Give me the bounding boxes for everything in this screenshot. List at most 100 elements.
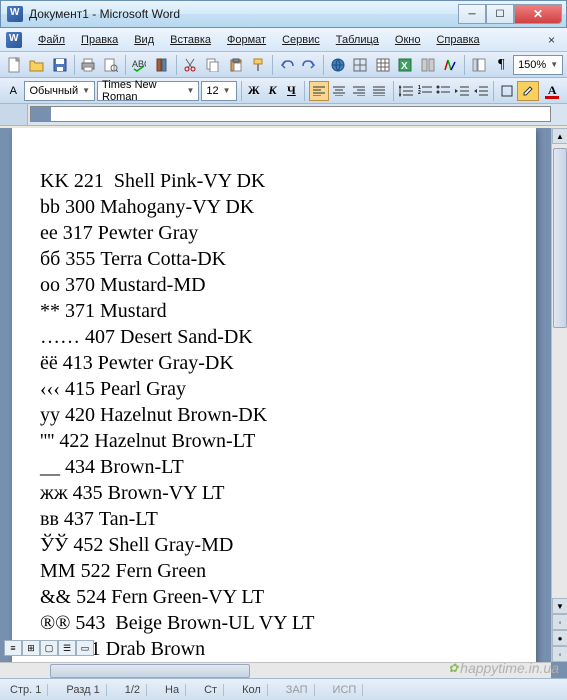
menu-window[interactable]: Окно <box>387 31 429 49</box>
browse-prev-button[interactable]: ◦ <box>552 614 567 630</box>
menu-tools[interactable]: Сервис <box>274 31 328 49</box>
format-painter-icon[interactable] <box>247 54 269 76</box>
separator <box>304 81 305 101</box>
svg-text:ABC: ABC <box>132 59 146 69</box>
document-line[interactable]: ee 317 Pewter Gray <box>40 220 508 246</box>
close-button[interactable]: ✕ <box>514 4 562 24</box>
menu-view[interactable]: Вид <box>126 31 162 49</box>
cut-icon[interactable] <box>180 54 202 76</box>
bold-button[interactable]: Ж <box>245 81 262 101</box>
italic-button[interactable]: К <box>264 81 281 101</box>
reading-view-button[interactable]: ▭ <box>76 640 94 656</box>
insert-table-icon[interactable] <box>372 54 394 76</box>
menu-bar: Файл Правка Вид Вставка Формат Сервис Та… <box>0 28 567 52</box>
document-map-icon[interactable] <box>468 54 490 76</box>
document-line[interactable]: ЎЎ 452 Shell Gray-MD <box>40 532 508 558</box>
separator <box>464 55 465 75</box>
document-line[interactable]: '''' 422 Hazelnut Brown-LT <box>40 428 508 454</box>
increase-indent-button[interactable] <box>473 81 490 101</box>
word-icon[interactable] <box>6 32 22 48</box>
numbered-list-button[interactable]: 12 <box>416 81 433 101</box>
copy-icon[interactable] <box>202 54 224 76</box>
align-center-button[interactable] <box>329 81 349 101</box>
font-value: Times New Roman <box>102 79 182 103</box>
redo-icon[interactable] <box>298 54 320 76</box>
document-close-button[interactable]: × <box>542 33 561 47</box>
menu-file[interactable]: Файл <box>30 31 73 49</box>
highlight-button[interactable] <box>517 81 539 101</box>
menu-help[interactable]: Справка <box>428 31 487 49</box>
research-icon[interactable] <box>151 54 173 76</box>
status-bar: Стр. 1 Разд 1 1/2 На Ст Кол ЗАП ИСП <box>0 678 567 700</box>
font-color-button[interactable]: A <box>541 81 563 101</box>
align-right-button[interactable] <box>349 81 369 101</box>
new-document-icon[interactable] <box>4 54 26 76</box>
hyperlink-icon[interactable] <box>327 54 349 76</box>
outline-view-button[interactable]: ☰ <box>58 640 76 656</box>
document-line[interactable]: __ 434 Brown-LT <box>40 454 508 480</box>
document-line[interactable]: oo 370 Mustard-MD <box>40 272 508 298</box>
line-spacing-button[interactable] <box>397 81 414 101</box>
zoom-dropdown[interactable]: 150% ▼ <box>513 55 563 75</box>
font-size-dropdown[interactable]: 12 ▼ <box>201 81 236 101</box>
drawing-icon[interactable] <box>439 54 461 76</box>
menu-insert[interactable]: Вставка <box>162 31 219 49</box>
print-preview-icon[interactable] <box>100 54 122 76</box>
separator <box>393 81 394 101</box>
open-icon[interactable] <box>27 54 49 76</box>
minimize-button[interactable]: ─ <box>458 4 486 24</box>
underline-button[interactable]: Ч <box>283 81 300 101</box>
document-line[interactable]: ёё 413 Pewter Gray-DK <box>40 350 508 376</box>
style-dropdown[interactable]: Обычный ▼ <box>24 81 95 101</box>
document-line[interactable]: KK 221 Shell Pink-VY DK <box>40 168 508 194</box>
align-justify-button[interactable] <box>369 81 389 101</box>
document-line[interactable]: bb 300 Mahogany-VY DK <box>40 194 508 220</box>
menu-format[interactable]: Формат <box>219 31 274 49</box>
document-line[interactable]: жж 435 Brown-VY LT <box>40 480 508 506</box>
decrease-indent-button[interactable] <box>454 81 471 101</box>
document-line[interactable]: && 524 Fern Green-VY LT <box>40 584 508 610</box>
excel-icon[interactable]: X <box>394 54 416 76</box>
maximize-button[interactable]: ☐ <box>486 4 514 24</box>
vertical-scrollbar[interactable]: ▲ ▼ ◦ ● ◦ <box>551 128 567 662</box>
web-view-button[interactable]: ⊞ <box>22 640 40 656</box>
menu-table[interactable]: Таблица <box>328 31 387 49</box>
ruler-corner <box>0 104 28 125</box>
style-value: Обычный <box>29 85 78 97</box>
document-line[interactable]: ** 371 Mustard <box>40 298 508 324</box>
scroll-thumb[interactable] <box>553 148 567 328</box>
align-left-button[interactable] <box>309 81 329 101</box>
clover-icon: ✿ <box>448 661 458 675</box>
borders-button[interactable] <box>498 81 515 101</box>
document-scroll[interactable]: KK 221 Shell Pink-VY DKbb 300 Mahogany-V… <box>0 128 551 662</box>
scroll-down-button[interactable]: ▼ <box>552 598 567 614</box>
document-line[interactable]: вв 437 Tan-LT <box>40 506 508 532</box>
paste-icon[interactable] <box>225 54 247 76</box>
normal-view-button[interactable]: ≡ <box>4 640 22 656</box>
scroll-up-button[interactable]: ▲ <box>552 128 567 144</box>
print-icon[interactable] <box>78 54 100 76</box>
bullet-list-button[interactable] <box>435 81 452 101</box>
align-group <box>309 81 389 101</box>
menu-edit[interactable]: Правка <box>73 31 126 49</box>
show-formatting-icon[interactable]: ¶ <box>491 54 513 76</box>
horizontal-ruler[interactable] <box>30 106 551 122</box>
document-line[interactable]: yy 420 Hazelnut Brown-DK <box>40 402 508 428</box>
hscroll-thumb[interactable] <box>50 664 250 678</box>
save-icon[interactable] <box>49 54 71 76</box>
document-line[interactable]: ЭЭ 611 Drab Brown <box>40 636 508 662</box>
font-dropdown[interactable]: Times New Roman ▼ <box>97 81 199 101</box>
document-line[interactable]: ‹‹‹ 415 Pearl Gray <box>40 376 508 402</box>
styles-icon[interactable]: A <box>4 80 22 102</box>
document-page[interactable]: KK 221 Shell Pink-VY DKbb 300 Mahogany-V… <box>12 128 536 662</box>
tables-borders-icon[interactable] <box>349 54 371 76</box>
browse-object-button[interactable]: ● <box>552 630 567 646</box>
undo-icon[interactable] <box>276 54 298 76</box>
document-line[interactable]: MM 522 Fern Green <box>40 558 508 584</box>
columns-icon[interactable] <box>417 54 439 76</box>
spelling-icon[interactable]: ABC <box>129 54 151 76</box>
document-line[interactable]: ®® 543 Beige Brown-UL VY LT <box>40 610 508 636</box>
print-layout-button[interactable]: ▢ <box>40 640 58 656</box>
document-line[interactable]: бб 355 Terra Cotta-DK <box>40 246 508 272</box>
document-line[interactable]: …… 407 Desert Sand-DK <box>40 324 508 350</box>
